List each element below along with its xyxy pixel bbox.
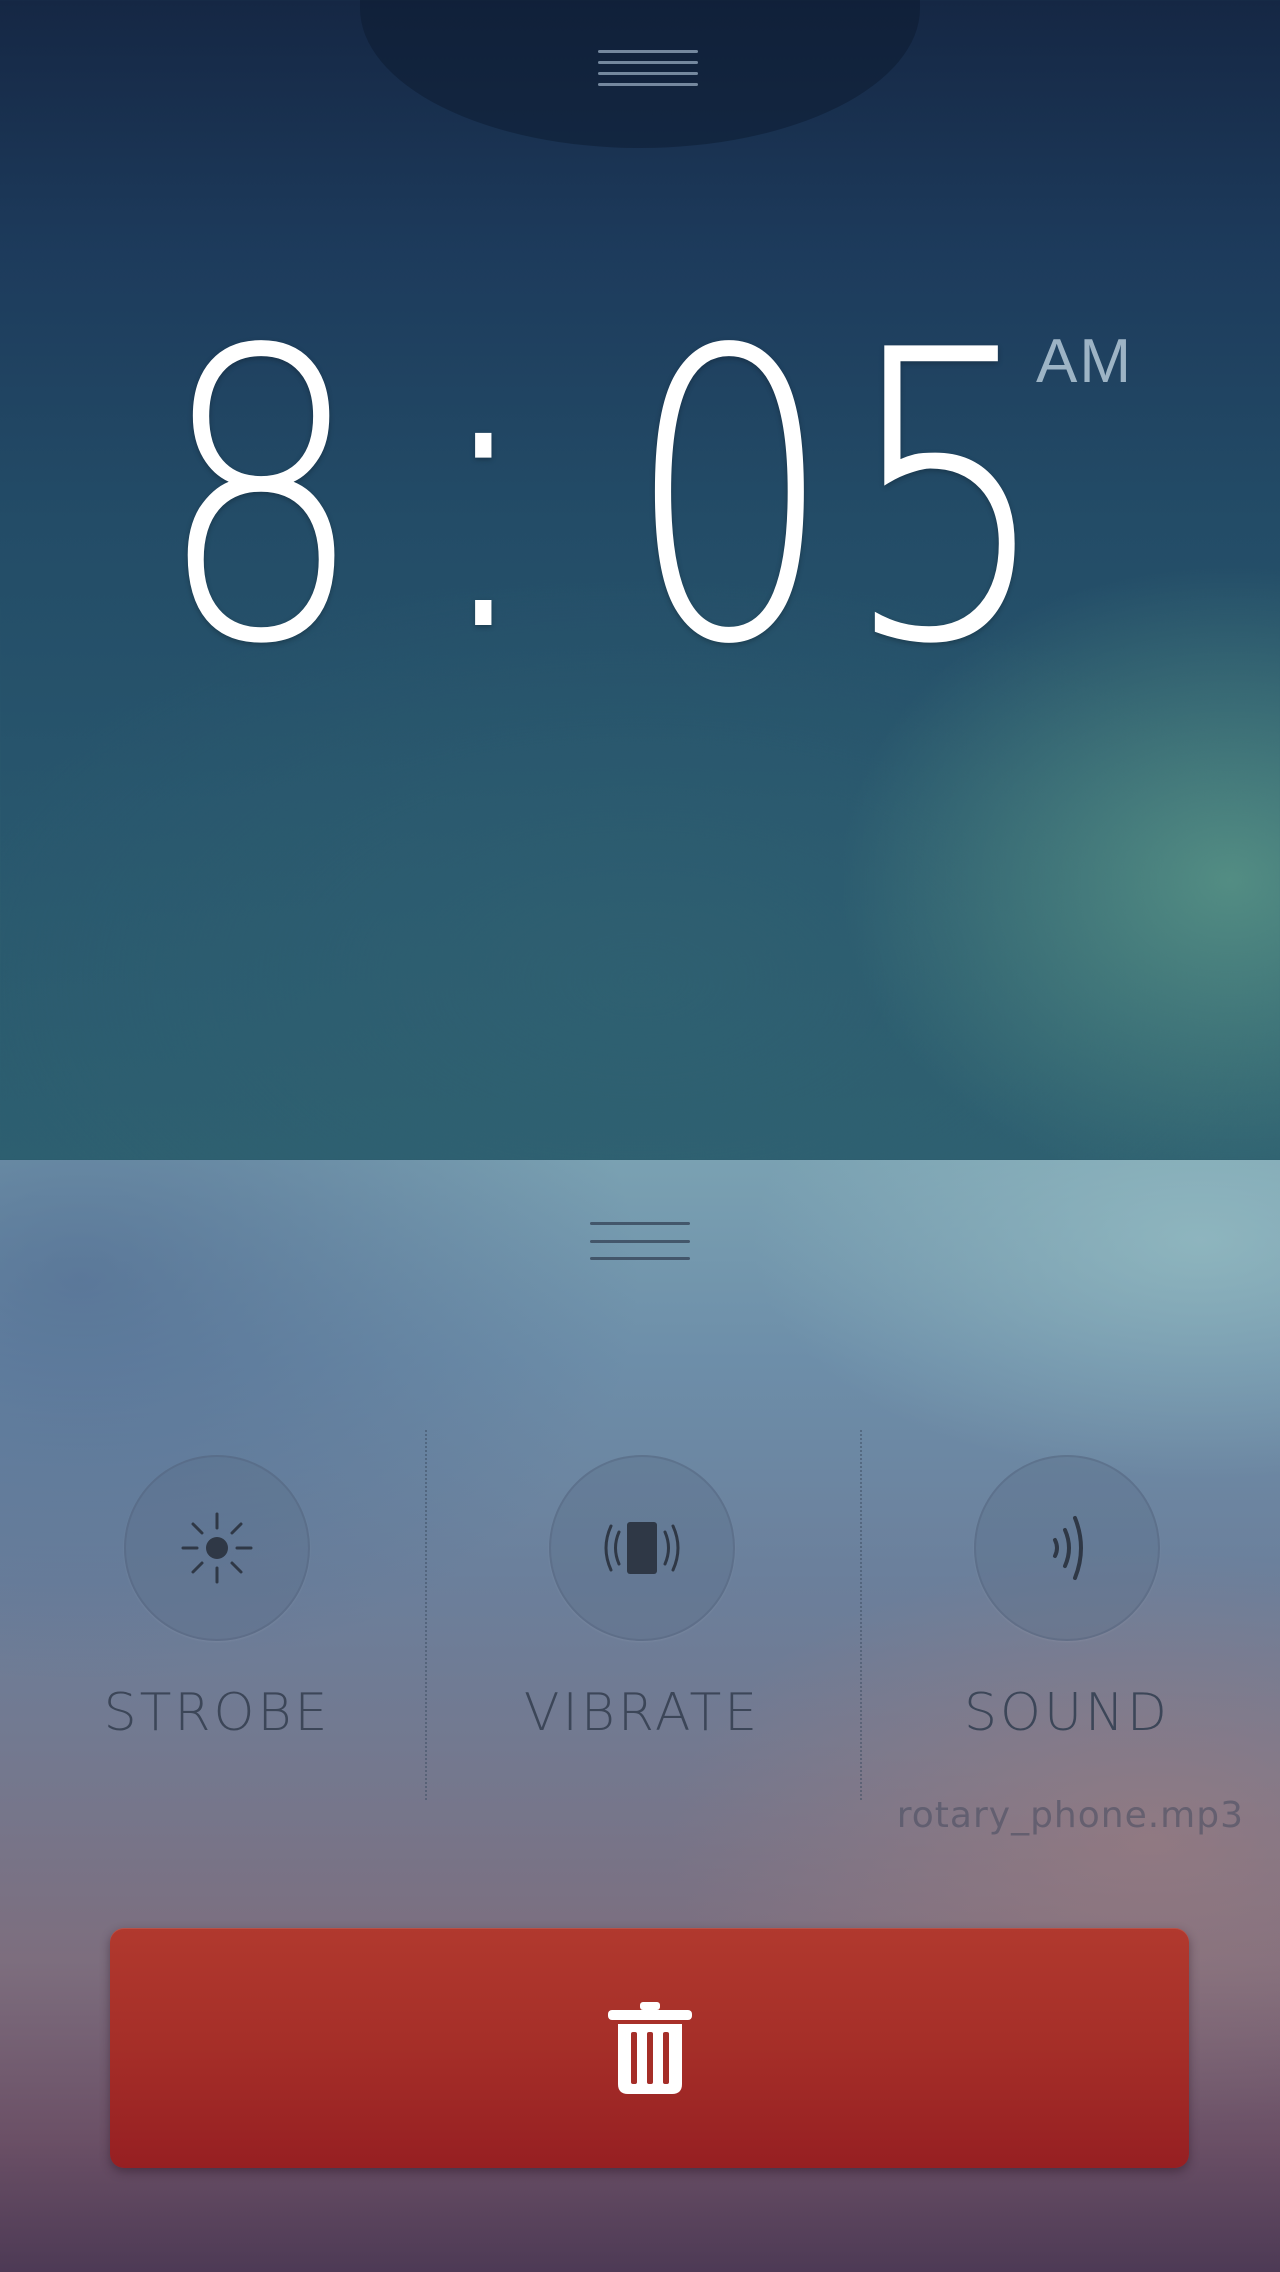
alarm-time[interactable]: 8:05 [157, 288, 1052, 700]
sun-icon [181, 1512, 253, 1584]
option-divider [425, 1430, 427, 1800]
top-drag-handle-icon[interactable] [598, 50, 698, 86]
option-divider [860, 1430, 862, 1800]
sound-file-name[interactable]: rotary_phone.mp3 [897, 1795, 1244, 1836]
trash-icon [607, 2002, 692, 2094]
alarm-screen: 8:05 AM STROBE VIBRATE SOUND rotary_phon… [0, 0, 1280, 2272]
vibrate-label: VIBRATE [523, 1683, 761, 1743]
sound-label: SOUND [964, 1683, 1170, 1743]
bottom-drag-handle-icon[interactable] [590, 1222, 690, 1260]
vibrate-phone-icon [604, 1522, 680, 1574]
sound-toggle-button[interactable] [974, 1455, 1160, 1641]
alarm-options-panel: STROBE VIBRATE SOUND rotary_phone.mp3 [0, 1160, 1280, 2272]
time-separator: : [428, 255, 548, 720]
vibrate-option[interactable]: VIBRATE [492, 1455, 792, 1743]
vibrate-toggle-button[interactable] [549, 1455, 735, 1641]
strobe-label: STROBE [103, 1683, 331, 1743]
delete-alarm-button[interactable] [110, 1928, 1189, 2168]
sound-waves-icon [1053, 1516, 1083, 1580]
alarm-minutes: 05 [625, 267, 1060, 732]
strobe-toggle-button[interactable] [124, 1455, 310, 1641]
alarm-hour: 8 [156, 267, 374, 732]
clock-panel: 8:05 AM [0, 0, 1280, 1162]
strobe-option[interactable]: STROBE [67, 1455, 367, 1743]
sound-option[interactable]: SOUND [917, 1455, 1217, 1743]
am-pm-indicator[interactable]: AM [1036, 326, 1133, 397]
